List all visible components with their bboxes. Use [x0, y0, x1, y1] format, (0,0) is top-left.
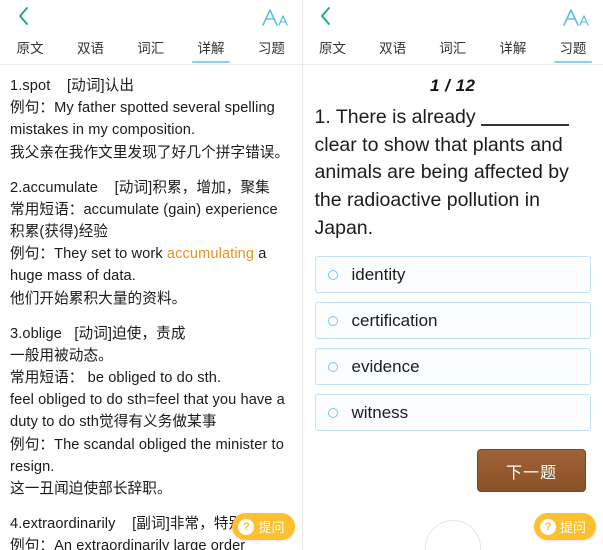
back-icon[interactable] [315, 5, 337, 27]
font-size-Aa-icon [261, 9, 288, 26]
entry-line: 我父亲在我作文里发现了好几个拼字错误。 [10, 144, 290, 161]
entry-pos-gloss: [动词]认出 [66, 78, 135, 94]
entry-headword: 3.oblige [10, 325, 62, 342]
ask-question-fab[interactable]: ? 提问 [232, 513, 295, 540]
option-label: evidence [351, 356, 420, 376]
entry-heading: 1.spot [动词]认出 [10, 75, 292, 97]
entry-line: 例句：My father spotted several spelling mi… [10, 100, 275, 139]
question-mark-icon: ? [539, 518, 556, 535]
highlighted-word: accumulating [166, 246, 255, 263]
vocab-entry: 3.oblige [动词]迫使，责成 一般用被动态。 常用短语： be obli… [10, 323, 292, 500]
option-label: certification [351, 310, 438, 330]
tab-label: 习题 [559, 41, 587, 56]
next-question-button[interactable]: 下一题 [477, 449, 586, 493]
tab-yuanwen[interactable]: 原文 [0, 32, 60, 64]
back-icon[interactable] [12, 5, 34, 27]
fab-label: 提问 [258, 520, 285, 535]
option-label: witness [351, 402, 409, 422]
question-text: 1. There is already clear to show that p… [315, 104, 592, 242]
chevron-left-icon [321, 7, 330, 25]
tab-shuangyu[interactable]: 双语 [363, 32, 423, 64]
tab-xiangjie[interactable]: 详解 [483, 32, 543, 64]
quiz-body: 1 / 12 1. There is already clear to show… [303, 65, 603, 493]
tab-label: 原文 [16, 41, 44, 56]
tab-label: 双语 [76, 41, 104, 56]
partial-circle-decoration [424, 520, 481, 550]
entry-pos-gloss: [动词]积累，增加，聚集 [114, 179, 270, 196]
tab-label: 原文 [319, 41, 347, 56]
entry-line: 例句：The scandal obliged the minister to r… [10, 436, 284, 475]
right-panel-quiz: 原文 双语 词汇 详解 习题 1 / 12 1. There is alread… [301, 0, 603, 550]
entry-heading: 3.oblige [动词]迫使，责成 [10, 323, 292, 345]
entry-line: 他们开始累积大量的资料。 [10, 290, 187, 307]
tab-cihui[interactable]: 词汇 [121, 32, 181, 64]
tab-xiangjie[interactable]: 详解 [181, 32, 241, 64]
right-tabbar: 原文 双语 词汇 详解 习题 [302, 32, 603, 65]
tab-label: 详解 [197, 41, 225, 56]
entry-line-with-highlight: 例句：They set to work accumulating a huge … [10, 246, 267, 285]
entry-headword: 1.spot [10, 78, 51, 94]
tab-label: 词汇 [439, 41, 467, 56]
tab-xiti[interactable]: 习题 [241, 32, 301, 64]
left-tabbar: 原文 双语 词汇 详解 习题 [0, 32, 302, 65]
next-button-row: 下一题 [315, 449, 592, 493]
radio-icon [327, 269, 338, 280]
option-label: identity [351, 264, 406, 284]
entry-headword: 4.extraordinarily [10, 516, 116, 533]
option-identity[interactable]: identity [314, 256, 591, 294]
entry-headword: 2.accumulate [10, 179, 98, 196]
font-size-icon[interactable] [260, 5, 290, 27]
vocab-entry: 1.spot [动词]认出 例句：My father spotted sever… [10, 75, 292, 164]
entry-pos-gloss: [动词]迫使，责成 [74, 325, 186, 342]
tab-shuangyu[interactable]: 双语 [60, 32, 120, 64]
chevron-left-icon [18, 7, 28, 25]
explanation-body: 1.spot [动词]认出 例句：My father spotted sever… [0, 65, 302, 550]
option-evidence[interactable]: evidence [314, 348, 591, 386]
dual-pane-reader: 原文 双语 词汇 详解 习题 1.spot [动词]认出 例句：My fathe… [0, 0, 603, 550]
font-size-Aa-icon [563, 9, 589, 26]
radio-icon [327, 315, 338, 326]
tab-label: 详解 [499, 41, 527, 56]
tab-cihui[interactable]: 词汇 [423, 32, 483, 64]
option-witness[interactable]: witness [314, 394, 591, 432]
question-suffix: clear to show that plants and animals ar… [314, 133, 569, 239]
entry-line: 这一丑闻迫使部长辞职。 [10, 480, 172, 497]
question-mark-icon: ? [238, 518, 255, 535]
right-topbar [302, 0, 603, 32]
font-size-icon[interactable] [561, 5, 591, 27]
tab-label: 习题 [257, 41, 285, 56]
question-counter: 1 / 12 [429, 76, 476, 95]
radio-icon [327, 407, 338, 418]
option-certification[interactable]: certification [314, 302, 591, 340]
radio-icon [327, 361, 338, 372]
left-topbar [0, 0, 302, 32]
entry-line: 一般用被动态。 [10, 347, 113, 364]
tab-xiti[interactable]: 习题 [543, 32, 603, 64]
entry-line: 常用短语：accumulate (gain) experience 积累(获得)… [10, 201, 278, 241]
tab-label: 词汇 [137, 41, 165, 56]
entry-heading: 2.accumulate [动词]积累，增加，聚集 [10, 177, 292, 199]
entry-line: feel obliged to do sth=feel that you hav… [10, 392, 285, 431]
question-prefix: 1. There is already [314, 106, 476, 128]
vocab-entry: 2.accumulate [动词]积累，增加，聚集 常用短语：accumulat… [10, 177, 292, 310]
answer-blank [481, 124, 570, 126]
left-panel-explanation: 原文 双语 词汇 详解 习题 1.spot [动词]认出 例句：My fathe… [0, 0, 302, 550]
ask-question-fab[interactable]: ? 提问 [533, 513, 596, 540]
tab-label: 双语 [379, 41, 407, 56]
answer-options: identity certification evidence witness [314, 256, 591, 432]
tab-yuanwen[interactable]: 原文 [303, 32, 363, 64]
entry-line: 常用短语： be obliged to do sth. [10, 370, 222, 387]
fab-label: 提问 [559, 520, 586, 535]
